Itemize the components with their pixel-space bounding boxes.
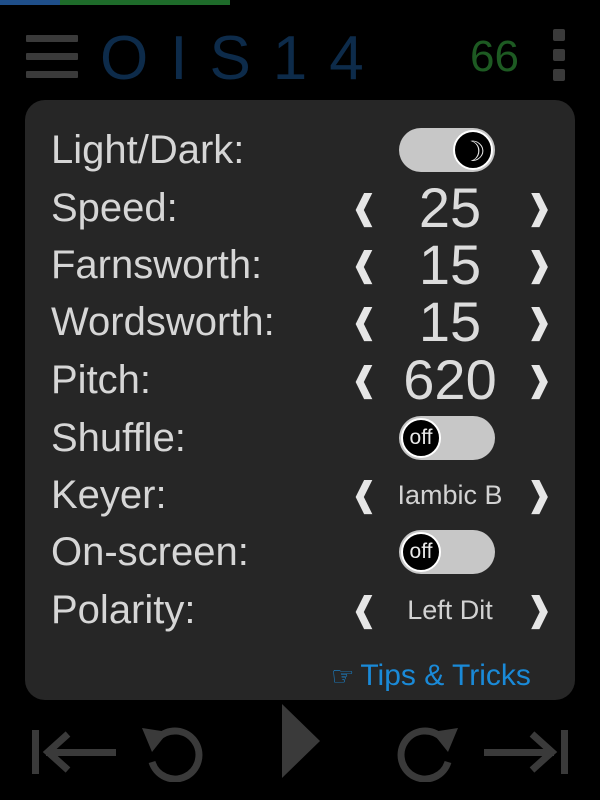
forward-icon[interactable] [392,722,460,782]
pitch-value: 620 [403,348,497,411]
setting-label: Farnsworth: [51,243,263,287]
pointing-hand-icon: ☞ [331,662,355,692]
setting-label: Light/Dark: [51,128,245,172]
skip-to-start-icon[interactable] [30,728,118,776]
shuffle-toggle[interactable]: off [399,416,495,460]
setting-wordsworth: Wordsworth: ❰ 15 ❱ [25,290,575,353]
tips-label: Tips & Tricks [360,659,531,692]
toggle-state-label: off [401,532,441,572]
transport-controls [0,700,600,800]
pitch-decrease-icon[interactable]: ❰ [350,352,379,408]
toggle-state-label: off [401,418,441,458]
keyer-previous-icon[interactable]: ❰ [350,467,379,523]
speed-decrease-icon[interactable]: ❰ [350,180,379,236]
tips-and-tricks-link[interactable]: ☞ Tips & Tricks [331,656,531,696]
setting-label: Wordsworth: [51,300,275,344]
farnsworth-value: 15 [418,233,482,296]
setting-shuffle: Shuffle: off [25,410,575,466]
setting-label: Keyer: [51,473,167,517]
setting-keyer: Keyer: ❰ Iambic B ❱ [25,467,575,523]
skip-to-end-icon[interactable] [482,728,570,776]
setting-label: On-screen: [51,530,249,574]
wordsworth-decrease-icon[interactable]: ❰ [350,294,379,350]
setting-light-dark: Light/Dark: ☽ [25,122,575,178]
setting-farnsworth: Farnsworth: ❰ 15 ❱ [25,233,575,296]
polarity-previous-icon[interactable]: ❰ [350,582,379,638]
setting-label: Speed: [51,186,178,230]
keyer-next-icon[interactable]: ❱ [525,467,554,523]
polarity-value: Left Dit [407,595,493,625]
setting-speed: Speed: ❰ 25 ❱ [25,176,575,239]
light-dark-toggle[interactable]: ☽ [399,128,495,172]
polarity-next-icon[interactable]: ❱ [525,582,554,638]
setting-label: Polarity: [51,588,196,632]
moon-icon: ☽ [453,130,493,170]
setting-pitch: Pitch: ❰ 620 ❱ [25,348,575,411]
wordsworth-value: 15 [418,290,482,353]
app-screen: OIS14 66 Light/Dark: ☽ Speed: ❰ 25 ❱ Far… [0,0,600,800]
setting-polarity: Polarity: ❰ Left Dit ❱ [25,582,575,638]
setting-label: Shuffle: [51,416,186,460]
rewind-icon[interactable] [140,722,208,782]
farnsworth-increase-icon[interactable]: ❱ [525,237,554,293]
wordsworth-increase-icon[interactable]: ❱ [525,294,554,350]
settings-panel: Light/Dark: ☽ Speed: ❰ 25 ❱ Farnsworth: … [25,100,575,700]
farnsworth-decrease-icon[interactable]: ❰ [350,237,379,293]
setting-label: Pitch: [51,358,152,402]
counter-badge: 66 [470,32,519,81]
play-icon[interactable] [280,702,322,780]
speed-increase-icon[interactable]: ❱ [525,180,554,236]
header: OIS14 66 [0,5,600,100]
speed-value: 25 [418,176,482,239]
keyer-value: Iambic B [397,480,503,510]
setting-on-screen: On-screen: off [25,524,575,580]
app-title: OIS14 [100,24,386,93]
pitch-increase-icon[interactable]: ❱ [525,352,554,408]
hamburger-menu-icon[interactable] [26,33,78,81]
on-screen-toggle[interactable]: off [399,530,495,574]
vertical-ellipsis-icon[interactable] [551,29,567,81]
